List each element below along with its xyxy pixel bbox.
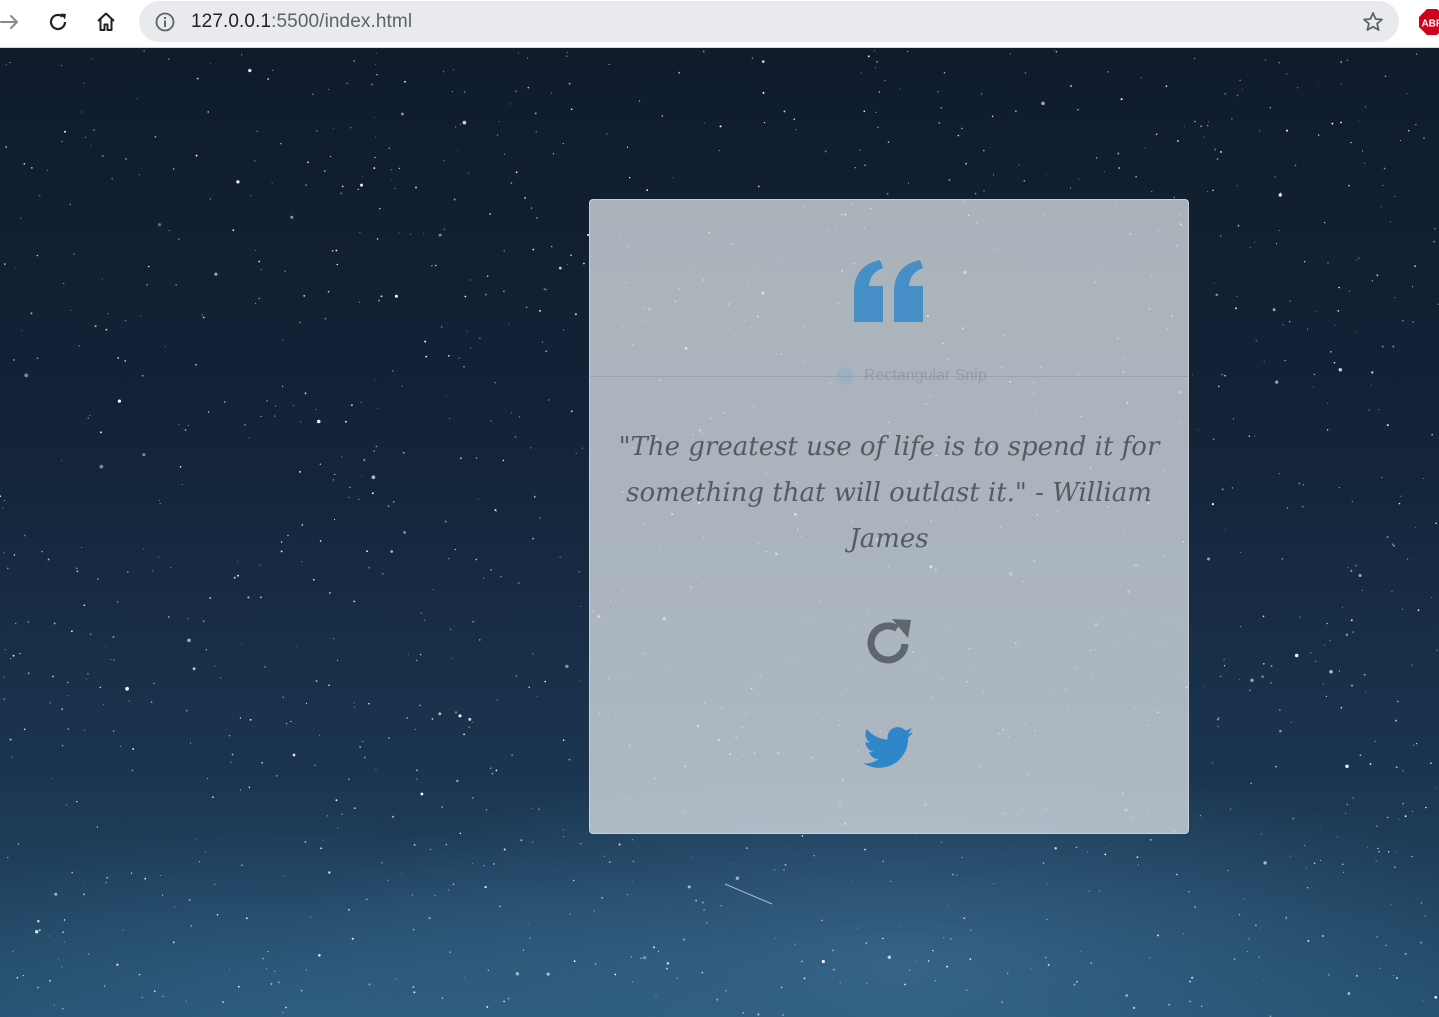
reload-icon (49, 13, 67, 31)
url-text[interactable]: 127.0.0.1:5500/index.html (191, 11, 412, 33)
forward-button[interactable] (0, 6, 26, 38)
quote-left-icon (854, 260, 923, 322)
snip-overlay: Rectangular Snip (836, 362, 987, 390)
twitter-icon[interactable] (864, 726, 914, 770)
home-icon (97, 12, 115, 31)
quote-text: "The greatest use of life is to spend it… (618, 432, 1160, 554)
reload-button[interactable] (42, 6, 74, 38)
browser-toolbar: 127.0.0.1:5500/index.html ABP (0, 0, 1439, 48)
adblock-badge-text: ABP (1421, 19, 1439, 30)
home-button[interactable] (90, 6, 122, 38)
star-icon[interactable] (1361, 10, 1385, 34)
url-host: 127.0.0.1 (191, 11, 272, 32)
snip-icon (836, 367, 854, 385)
info-icon[interactable] (154, 11, 176, 33)
page-background: Rectangular Snip "The greatest use of li… (0, 48, 1439, 1017)
snip-overlay-label: Rectangular Snip (864, 367, 987, 384)
adblock-icon[interactable]: ABP (1418, 8, 1439, 36)
quote-card: Rectangular Snip "The greatest use of li… (589, 199, 1189, 834)
address-bar[interactable]: 127.0.0.1:5500/index.html (139, 1, 1399, 42)
arrow-right-icon (0, 15, 18, 29)
refresh-icon[interactable] (864, 616, 914, 668)
url-path: :5500/index.html (271, 11, 413, 32)
